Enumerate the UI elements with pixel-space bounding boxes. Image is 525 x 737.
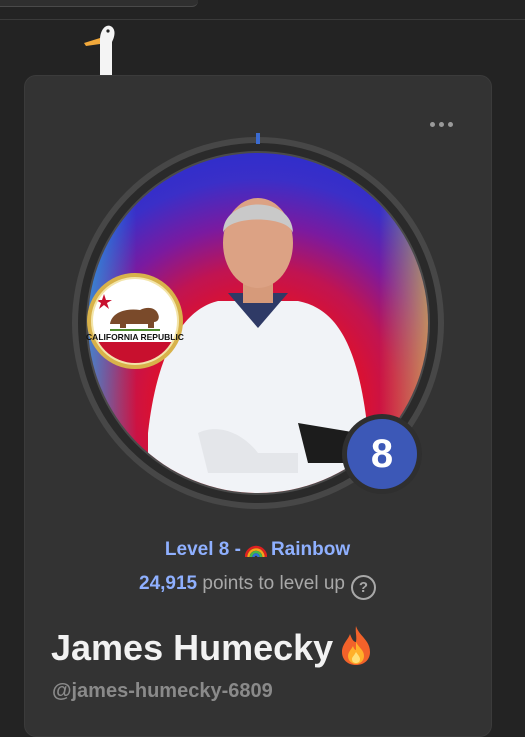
level-tier-line[interactable]: Level 8 - Rainbow [0, 537, 515, 561]
rainbow-icon [244, 545, 267, 558]
dot-icon [438, 121, 444, 127]
points-value: 24,915 [139, 573, 198, 594]
level-text: Level 8 - [164, 539, 241, 560]
profile-handle: @james-humecky-6809 [52, 680, 273, 702]
dot-icon [447, 121, 453, 127]
more-options-button[interactable] [424, 115, 458, 133]
help-icon[interactable]: ? [351, 575, 376, 600]
tier-name: Rainbow [270, 539, 351, 560]
dot-icon [429, 121, 435, 127]
top-bar [0, 0, 525, 20]
level-badge: 8 [342, 414, 422, 494]
profile-name: James Humecky [51, 627, 334, 668]
level-number: 8 [347, 419, 417, 489]
flag-text: CALIFORNIA REPUBLIC [86, 332, 184, 342]
goose-mascot-icon [84, 25, 115, 78]
top-tab[interactable] [0, 0, 198, 7]
points-line: 24,915 points to level up? [0, 573, 515, 600]
points-suffix: points to level up [202, 573, 345, 594]
california-flag-badge: CALIFORNIA REPUBLIC [86, 273, 184, 369]
profile-name-row: James Humecky [51, 624, 373, 669]
fire-icon [342, 626, 371, 665]
